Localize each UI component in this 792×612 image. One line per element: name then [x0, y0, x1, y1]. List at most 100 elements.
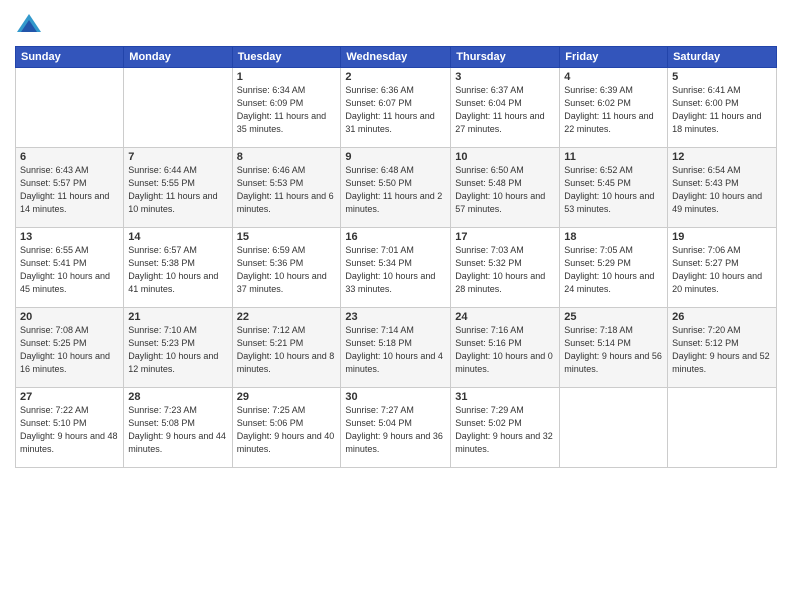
day-number: 16	[345, 231, 446, 243]
col-header-thursday: Thursday	[451, 47, 560, 68]
calendar-cell: 7Sunrise: 6:44 AM Sunset: 5:55 PM Daylig…	[124, 148, 232, 228]
day-number: 10	[455, 151, 555, 163]
day-info: Sunrise: 6:59 AM Sunset: 5:36 PM Dayligh…	[237, 244, 337, 296]
calendar-cell: 10Sunrise: 6:50 AM Sunset: 5:48 PM Dayli…	[451, 148, 560, 228]
logo-icon	[15, 10, 43, 38]
week-row-5: 27Sunrise: 7:22 AM Sunset: 5:10 PM Dayli…	[16, 388, 777, 468]
calendar-cell: 22Sunrise: 7:12 AM Sunset: 5:21 PM Dayli…	[232, 308, 341, 388]
calendar-cell: 23Sunrise: 7:14 AM Sunset: 5:18 PM Dayli…	[341, 308, 451, 388]
day-info: Sunrise: 7:01 AM Sunset: 5:34 PM Dayligh…	[345, 244, 446, 296]
day-number: 11	[564, 151, 663, 163]
calendar-cell: 19Sunrise: 7:06 AM Sunset: 5:27 PM Dayli…	[668, 228, 777, 308]
day-number: 4	[564, 71, 663, 83]
calendar-cell: 26Sunrise: 7:20 AM Sunset: 5:12 PM Dayli…	[668, 308, 777, 388]
calendar-cell: 11Sunrise: 6:52 AM Sunset: 5:45 PM Dayli…	[560, 148, 668, 228]
day-number: 23	[345, 311, 446, 323]
day-number: 28	[128, 391, 227, 403]
calendar-cell	[16, 68, 124, 148]
calendar-cell: 25Sunrise: 7:18 AM Sunset: 5:14 PM Dayli…	[560, 308, 668, 388]
calendar-cell: 30Sunrise: 7:27 AM Sunset: 5:04 PM Dayli…	[341, 388, 451, 468]
day-info: Sunrise: 7:23 AM Sunset: 5:08 PM Dayligh…	[128, 404, 227, 456]
calendar-cell	[668, 388, 777, 468]
calendar-cell: 3Sunrise: 6:37 AM Sunset: 6:04 PM Daylig…	[451, 68, 560, 148]
day-number: 25	[564, 311, 663, 323]
day-number: 30	[345, 391, 446, 403]
day-info: Sunrise: 6:57 AM Sunset: 5:38 PM Dayligh…	[128, 244, 227, 296]
day-number: 20	[20, 311, 119, 323]
calendar-cell: 2Sunrise: 6:36 AM Sunset: 6:07 PM Daylig…	[341, 68, 451, 148]
day-info: Sunrise: 6:39 AM Sunset: 6:02 PM Dayligh…	[564, 84, 663, 136]
col-header-sunday: Sunday	[16, 47, 124, 68]
calendar-cell: 17Sunrise: 7:03 AM Sunset: 5:32 PM Dayli…	[451, 228, 560, 308]
calendar-cell: 24Sunrise: 7:16 AM Sunset: 5:16 PM Dayli…	[451, 308, 560, 388]
calendar-cell	[560, 388, 668, 468]
col-header-saturday: Saturday	[668, 47, 777, 68]
calendar-cell: 9Sunrise: 6:48 AM Sunset: 5:50 PM Daylig…	[341, 148, 451, 228]
calendar-cell: 20Sunrise: 7:08 AM Sunset: 5:25 PM Dayli…	[16, 308, 124, 388]
calendar-cell: 8Sunrise: 6:46 AM Sunset: 5:53 PM Daylig…	[232, 148, 341, 228]
calendar-cell: 6Sunrise: 6:43 AM Sunset: 5:57 PM Daylig…	[16, 148, 124, 228]
col-header-friday: Friday	[560, 47, 668, 68]
day-info: Sunrise: 7:08 AM Sunset: 5:25 PM Dayligh…	[20, 324, 119, 376]
day-number: 18	[564, 231, 663, 243]
calendar-cell: 31Sunrise: 7:29 AM Sunset: 5:02 PM Dayli…	[451, 388, 560, 468]
day-info: Sunrise: 6:36 AM Sunset: 6:07 PM Dayligh…	[345, 84, 446, 136]
calendar-cell: 1Sunrise: 6:34 AM Sunset: 6:09 PM Daylig…	[232, 68, 341, 148]
day-number: 9	[345, 151, 446, 163]
calendar-cell: 15Sunrise: 6:59 AM Sunset: 5:36 PM Dayli…	[232, 228, 341, 308]
day-number: 7	[128, 151, 227, 163]
day-number: 6	[20, 151, 119, 163]
calendar-cell: 5Sunrise: 6:41 AM Sunset: 6:00 PM Daylig…	[668, 68, 777, 148]
day-info: Sunrise: 7:25 AM Sunset: 5:06 PM Dayligh…	[237, 404, 337, 456]
day-info: Sunrise: 7:03 AM Sunset: 5:32 PM Dayligh…	[455, 244, 555, 296]
header	[15, 10, 777, 38]
page: SundayMondayTuesdayWednesdayThursdayFrid…	[0, 0, 792, 612]
col-header-wednesday: Wednesday	[341, 47, 451, 68]
day-number: 2	[345, 71, 446, 83]
calendar-cell: 29Sunrise: 7:25 AM Sunset: 5:06 PM Dayli…	[232, 388, 341, 468]
day-number: 19	[672, 231, 772, 243]
calendar-cell: 16Sunrise: 7:01 AM Sunset: 5:34 PM Dayli…	[341, 228, 451, 308]
calendar-cell: 18Sunrise: 7:05 AM Sunset: 5:29 PM Dayli…	[560, 228, 668, 308]
day-info: Sunrise: 7:20 AM Sunset: 5:12 PM Dayligh…	[672, 324, 772, 376]
day-info: Sunrise: 6:43 AM Sunset: 5:57 PM Dayligh…	[20, 164, 119, 216]
col-header-monday: Monday	[124, 47, 232, 68]
day-number: 27	[20, 391, 119, 403]
day-number: 14	[128, 231, 227, 243]
day-info: Sunrise: 6:46 AM Sunset: 5:53 PM Dayligh…	[237, 164, 337, 216]
day-number: 17	[455, 231, 555, 243]
day-info: Sunrise: 6:48 AM Sunset: 5:50 PM Dayligh…	[345, 164, 446, 216]
day-info: Sunrise: 6:55 AM Sunset: 5:41 PM Dayligh…	[20, 244, 119, 296]
week-row-1: 1Sunrise: 6:34 AM Sunset: 6:09 PM Daylig…	[16, 68, 777, 148]
day-info: Sunrise: 6:52 AM Sunset: 5:45 PM Dayligh…	[564, 164, 663, 216]
day-info: Sunrise: 7:10 AM Sunset: 5:23 PM Dayligh…	[128, 324, 227, 376]
day-info: Sunrise: 7:29 AM Sunset: 5:02 PM Dayligh…	[455, 404, 555, 456]
day-number: 21	[128, 311, 227, 323]
calendar-cell: 4Sunrise: 6:39 AM Sunset: 6:02 PM Daylig…	[560, 68, 668, 148]
logo	[15, 10, 47, 38]
calendar-table: SundayMondayTuesdayWednesdayThursdayFrid…	[15, 46, 777, 468]
day-number: 12	[672, 151, 772, 163]
day-info: Sunrise: 7:06 AM Sunset: 5:27 PM Dayligh…	[672, 244, 772, 296]
day-info: Sunrise: 7:22 AM Sunset: 5:10 PM Dayligh…	[20, 404, 119, 456]
col-header-tuesday: Tuesday	[232, 47, 341, 68]
day-number: 26	[672, 311, 772, 323]
day-number: 31	[455, 391, 555, 403]
day-number: 3	[455, 71, 555, 83]
calendar-cell: 28Sunrise: 7:23 AM Sunset: 5:08 PM Dayli…	[124, 388, 232, 468]
calendar-cell: 12Sunrise: 6:54 AM Sunset: 5:43 PM Dayli…	[668, 148, 777, 228]
day-number: 24	[455, 311, 555, 323]
day-number: 8	[237, 151, 337, 163]
week-row-2: 6Sunrise: 6:43 AM Sunset: 5:57 PM Daylig…	[16, 148, 777, 228]
calendar-cell	[124, 68, 232, 148]
day-number: 29	[237, 391, 337, 403]
day-number: 13	[20, 231, 119, 243]
day-info: Sunrise: 6:50 AM Sunset: 5:48 PM Dayligh…	[455, 164, 555, 216]
day-info: Sunrise: 6:37 AM Sunset: 6:04 PM Dayligh…	[455, 84, 555, 136]
week-row-3: 13Sunrise: 6:55 AM Sunset: 5:41 PM Dayli…	[16, 228, 777, 308]
day-number: 5	[672, 71, 772, 83]
day-number: 15	[237, 231, 337, 243]
day-info: Sunrise: 6:54 AM Sunset: 5:43 PM Dayligh…	[672, 164, 772, 216]
day-info: Sunrise: 7:14 AM Sunset: 5:18 PM Dayligh…	[345, 324, 446, 376]
day-info: Sunrise: 6:34 AM Sunset: 6:09 PM Dayligh…	[237, 84, 337, 136]
